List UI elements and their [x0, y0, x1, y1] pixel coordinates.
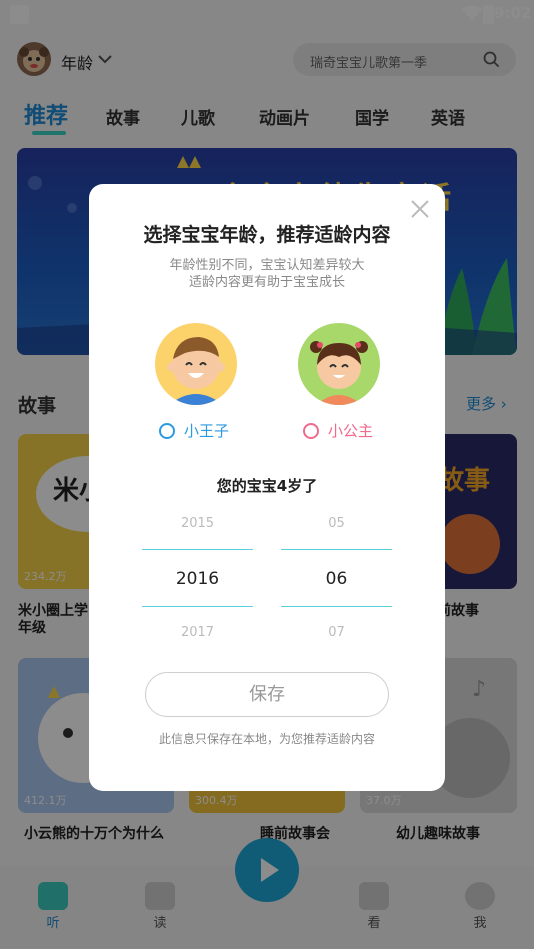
- boy-radio[interactable]: 小王子: [159, 420, 229, 441]
- month-prev[interactable]: 05: [281, 516, 392, 531]
- picker-divider: [142, 606, 253, 607]
- boy-label: 小王子: [184, 422, 230, 440]
- age-summary: 您的宝宝4岁了: [216, 477, 318, 495]
- dialog-title: 选择宝宝年龄，推荐适龄内容: [143, 224, 391, 246]
- privacy-note: 此信息只保存在本地，为您推荐适龄内容: [158, 732, 375, 746]
- year-picker[interactable]: 2015 2016 2017: [142, 509, 253, 640]
- girl-radio[interactable]: 小公主: [303, 420, 373, 441]
- age-select-dialog: 选择宝宝年龄，推荐适龄内容 年龄性别不同，宝宝认知差异较大 适龄内容更有助于宝宝…: [89, 184, 445, 791]
- year-prev[interactable]: 2015: [142, 516, 253, 531]
- picker-divider: [142, 549, 253, 550]
- year-current[interactable]: 2016: [142, 569, 253, 589]
- save-button[interactable]: 保存: [145, 672, 389, 717]
- picker-divider: [281, 549, 392, 550]
- dialog-subtitle: 年龄性别不同，宝宝认知差异较大 适龄内容更有助于宝宝成长: [169, 258, 365, 290]
- girl-label: 小公主: [328, 422, 374, 440]
- month-current[interactable]: 06: [281, 569, 392, 589]
- girl-avatar[interactable]: [298, 323, 380, 405]
- close-icon[interactable]: [409, 198, 431, 220]
- radio-circle[interactable]: [303, 422, 319, 439]
- year-next[interactable]: 2017: [142, 625, 253, 640]
- boy-avatar[interactable]: [155, 323, 237, 405]
- month-next[interactable]: 07: [281, 625, 392, 640]
- picker-divider: [281, 606, 392, 607]
- month-picker[interactable]: 05 06 07: [281, 509, 392, 640]
- radio-circle[interactable]: [159, 422, 175, 439]
